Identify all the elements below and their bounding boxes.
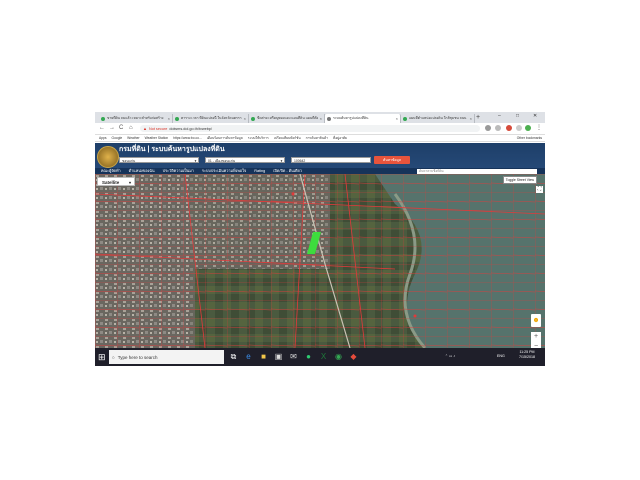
tab-1[interactable]: ขายที่ดิน ถมแล้ว เหมาะสำหรับก่อสร้าง × (99, 114, 173, 123)
parcel-number-input[interactable]: 100642 (291, 157, 371, 163)
tab-active[interactable]: ระบบค้นหารูปแปลงที่ดิน × (325, 114, 401, 123)
extension-icon[interactable] (506, 125, 512, 131)
favicon-icon (101, 116, 105, 121)
bookmark-item[interactable]: เปรียบเทียบฟังก์ชัน (274, 136, 301, 141)
language-indicator[interactable]: ENG (497, 354, 505, 358)
search-icon: ○ (112, 354, 115, 360)
edge-icon[interactable]: e (243, 351, 254, 362)
favicon-icon (175, 116, 179, 121)
forward-button[interactable]: → (109, 125, 115, 132)
search-button[interactable]: ค้นหาข้อมูล (374, 156, 410, 164)
app-icon[interactable]: ◆ (348, 351, 359, 362)
close-icon[interactable]: × (320, 116, 322, 121)
date: 7/15/2018 (519, 355, 535, 359)
province-select[interactable]: ขอนแก่น ▼ (119, 157, 199, 163)
bookmark-item[interactable]: ระบบให้บริการ (248, 136, 269, 141)
key-icon[interactable] (485, 125, 491, 131)
reload-button[interactable]: C (119, 125, 123, 132)
tab-label: ขีดส่าย เหรียญทองแดง แผนที่ดิน แผนที่ตั้… (257, 116, 319, 120)
app-header: กรมที่ดิน | ระบบค้นหารูปแปลงที่ดิน ขอนแก… (95, 143, 545, 174)
tab-2[interactable]: ตาราง เวลา ที่ดินแปลงนี้ ในจังหวัดนครรา … (173, 114, 249, 123)
home-button[interactable]: ⌂ (129, 125, 133, 132)
back-button[interactable]: ← (99, 125, 105, 132)
map-imagery (95, 174, 545, 348)
close-icon[interactable]: × (470, 116, 472, 121)
favicon-icon (403, 116, 407, 121)
page-icon (327, 116, 331, 121)
screenshot: ขายที่ดิน ถมแล้ว เหมาะสำหรับก่อสร้าง × ต… (95, 112, 545, 366)
task-view-icon[interactable]: ⧉ (228, 351, 239, 362)
map-type-value: Satellite (102, 180, 120, 185)
windows-taskbar: ⊞ ○ Type here to search ⧉ e ■ ▣ ✉ ● X ◉ … (95, 348, 545, 366)
bookmark-item[interactable]: ที่อยู่อาศัย (333, 136, 347, 141)
zoom-in-button[interactable]: + (531, 332, 541, 342)
bookmark-item[interactable]: เดือนร้อนการค้นหาข้อมูล (207, 136, 243, 141)
tab-3[interactable]: ขีดส่าย เหรียญทองแดง แผนที่ดิน แผนที่ตั้… (249, 114, 325, 123)
taskbar-search-placeholder: Type here to search (117, 354, 158, 360)
map-type-select[interactable]: Satellite ▾ (97, 177, 135, 186)
bookmarks-bar: Apps Google Weather Weather Station http… (95, 135, 545, 142)
chevron-down-icon: ▼ (280, 159, 283, 163)
province-value: ขอนแก่น (122, 159, 136, 163)
district-select[interactable]: 01 - เมืองขอนแก่น ▼ (205, 157, 285, 163)
district-value: 01 - เมืองขอนแก่น (208, 159, 236, 163)
store-icon[interactable]: ▣ (273, 351, 284, 362)
tab-5[interactable]: แผนที่ตำแหน่งแปลงดิน ใกล้ชุมชน ถนน × (401, 114, 475, 123)
url-text: dolwms.dol.go.th/tvwebp/ (169, 126, 212, 131)
close-window-button[interactable]: ✕ (533, 113, 537, 119)
close-icon[interactable]: × (396, 116, 398, 121)
bookmark-item[interactable]: Weather Station (145, 136, 169, 140)
bookmark-item[interactable]: Google (112, 136, 123, 140)
mail-icon[interactable]: ✉ (288, 351, 299, 362)
bookmark-apps[interactable]: Apps (99, 136, 107, 140)
pegman-icon[interactable]: ☻ (531, 314, 541, 327)
close-icon[interactable]: × (168, 116, 170, 121)
avatar[interactable] (525, 125, 531, 131)
excel-icon[interactable]: X (318, 351, 329, 362)
chevron-down-icon: ▼ (194, 159, 197, 163)
satellite-map[interactable]: Satellite ▾ Toggle Street View ⛶ ☻ + − (95, 174, 545, 348)
new-tab-button[interactable]: + (476, 114, 480, 122)
favicon-icon (251, 116, 255, 121)
windows-start-icon[interactable]: ⊞ (98, 352, 106, 362)
chrome-icon[interactable]: ◉ (333, 351, 344, 362)
street-view-tooltip: Toggle Street View (502, 176, 537, 184)
tab-label: ตาราง เวลา ที่ดินแปลงนี้ ในจังหวัดนครรา (181, 116, 242, 120)
app-title: กรมที่ดิน | ระบบค้นหารูปแปลงที่ดิน (119, 146, 225, 153)
tab-label: แผนที่ตำแหน่งแปลงดิน ใกล้ชุมชน ถนน (409, 116, 467, 120)
tab-label: ขายที่ดิน ถมแล้ว เหมาะสำหรับก่อสร้าง (107, 116, 164, 120)
address-bar-row: ← → C ⌂ ▲ Not secure dolwms.dol.go.th/tv… (95, 123, 545, 135)
line-icon[interactable]: ● (303, 351, 314, 362)
extension-icon[interactable] (516, 125, 522, 131)
taskbar-search[interactable]: ○ Type here to search (109, 350, 224, 364)
other-bookmarks[interactable]: Other bookmarks (517, 136, 542, 140)
menu-item[interactable]: Rating (254, 169, 265, 173)
browser-tab-bar: ขายที่ดิน ถมแล้ว เหมาะสำหรับก่อสร้าง × ต… (95, 112, 545, 123)
bookmark-item[interactable]: https://www.bo.co... (173, 136, 202, 140)
menu-icon[interactable]: ⋮ (536, 125, 542, 132)
chevron-down-icon: ▾ (128, 180, 131, 185)
zoom-control: + − (531, 332, 541, 348)
bookmark-item[interactable]: การค้นหาสินค้า (306, 136, 328, 141)
file-explorer-icon[interactable]: ■ (258, 351, 269, 362)
department-logo (97, 146, 119, 168)
bookmark-item[interactable]: Weather (127, 136, 139, 140)
clock[interactable]: 11:25 PM 7/15/2018 (519, 350, 535, 360)
address-input[interactable]: ▲ Not secure dolwms.dol.go.th/tvwebp/ (140, 125, 480, 132)
close-icon[interactable]: × (244, 116, 246, 121)
security-label: Not secure (148, 126, 168, 131)
maximize-button[interactable]: □ (516, 113, 519, 119)
minimize-button[interactable]: – (498, 113, 501, 119)
star-icon[interactable] (495, 125, 501, 131)
warning-icon: ▲ (143, 126, 147, 131)
tray-icons[interactable]: ⌃ ▭ ♪ (445, 354, 455, 358)
tab-label: ระบบค้นหารูปแปลงที่ดิน (333, 116, 369, 120)
fullscreen-icon[interactable]: ⛶ (536, 186, 543, 193)
